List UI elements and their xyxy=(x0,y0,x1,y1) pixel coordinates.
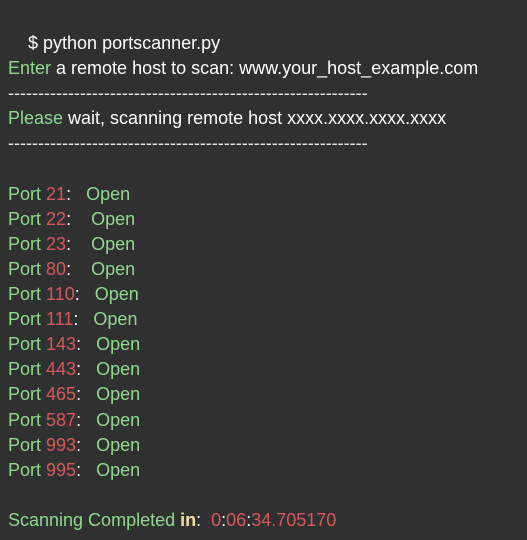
enter-keyword: Enter xyxy=(8,58,52,79)
port-label: Port xyxy=(8,434,42,455)
port-label: Port xyxy=(8,183,42,204)
port-label: Port xyxy=(8,309,42,330)
command-line: $ python portscanner.py xyxy=(8,6,527,53)
port-row: Port 143: Open xyxy=(8,332,527,357)
port-number: 443 xyxy=(46,359,77,380)
completed-label: Scanning Completed xyxy=(8,509,176,530)
port-row: Port 21: Open xyxy=(8,182,527,207)
port-status: Open xyxy=(91,258,136,279)
divider-top: ----------------------------------------… xyxy=(8,83,368,104)
port-status: Open xyxy=(96,434,141,455)
port-status: Open xyxy=(91,233,136,254)
port-row: Port 22: Open xyxy=(8,207,527,232)
port-label: Port xyxy=(8,284,42,305)
elapsed-hours: 0 xyxy=(211,509,222,530)
completed-in-keyword: in xyxy=(180,509,197,530)
port-number: 23 xyxy=(46,233,67,254)
completed-line: Scanning Completed in: 0:06:34.705170 xyxy=(8,508,527,533)
port-row: Port 993: Open xyxy=(8,433,527,458)
port-separator: : xyxy=(74,284,95,305)
port-label: Port xyxy=(8,258,42,279)
port-separator: : xyxy=(76,409,97,430)
enter-host-line: Enter a remote host to scan: www.your_ho… xyxy=(8,56,527,81)
port-number: 995 xyxy=(46,459,77,480)
port-label: Port xyxy=(8,359,42,380)
port-label: Port xyxy=(8,334,42,355)
port-number: 465 xyxy=(46,384,77,405)
port-separator: : xyxy=(76,434,97,455)
port-row: Port 443: Open xyxy=(8,357,527,382)
port-label: Port xyxy=(8,233,42,254)
port-row: Port 80: Open xyxy=(8,257,527,282)
port-separator: : xyxy=(66,233,92,254)
port-status: Open xyxy=(94,284,139,305)
elapsed-seconds: 34.705170 xyxy=(251,509,337,530)
wait-text: wait, scanning remote host xxxx.xxxx.xxx… xyxy=(63,108,447,129)
port-status: Open xyxy=(96,459,141,480)
port-number: 21 xyxy=(46,183,67,204)
port-number: 22 xyxy=(46,208,67,229)
port-status: Open xyxy=(96,359,141,380)
port-label: Port xyxy=(8,384,42,405)
port-status: Open xyxy=(96,384,141,405)
please-keyword: Please xyxy=(8,108,64,129)
port-label: Port xyxy=(8,409,42,430)
port-number: 110 xyxy=(46,284,75,305)
port-number: 80 xyxy=(46,258,67,279)
terminal-window: $ python portscanner.py Enter a remote h… xyxy=(0,0,527,540)
port-status: Open xyxy=(86,183,131,204)
port-separator: : xyxy=(76,334,97,355)
port-row: Port 995: Open xyxy=(8,458,527,483)
port-label: Port xyxy=(8,208,42,229)
elapsed-minutes: 06 xyxy=(226,509,247,530)
command-prompt: $ python portscanner.py xyxy=(28,33,221,53)
port-label: Port xyxy=(8,459,42,480)
port-number: 993 xyxy=(46,434,77,455)
port-status: Open xyxy=(91,208,136,229)
port-separator: : xyxy=(76,359,97,380)
port-separator: : xyxy=(73,309,94,330)
completed-colon: : xyxy=(196,509,212,530)
ports-list: Port 21: Open Port 22: Open Port 23: Ope… xyxy=(8,182,527,483)
port-row: Port 587: Open xyxy=(8,408,527,433)
port-status: Open xyxy=(96,334,141,355)
port-separator: : xyxy=(66,258,92,279)
port-row: Port 465: Open xyxy=(8,382,527,407)
port-separator: : xyxy=(66,183,87,204)
port-number: 587 xyxy=(46,409,77,430)
port-status: Open xyxy=(96,409,141,430)
wait-line: Please wait, scanning remote host xxxx.x… xyxy=(8,106,527,131)
port-number: 143 xyxy=(46,334,77,355)
port-number: 111 xyxy=(46,309,74,330)
port-separator: : xyxy=(76,459,97,480)
port-row: Port 23: Open xyxy=(8,232,527,257)
port-row: Port 110: Open xyxy=(8,282,527,307)
enter-host-text: a remote host to scan: www.your_host_exa… xyxy=(51,58,479,79)
divider-bottom: ----------------------------------------… xyxy=(8,133,368,154)
port-status: Open xyxy=(93,309,138,330)
port-separator: : xyxy=(76,384,97,405)
port-separator: : xyxy=(66,208,92,229)
port-row: Port 111: Open xyxy=(8,307,527,332)
